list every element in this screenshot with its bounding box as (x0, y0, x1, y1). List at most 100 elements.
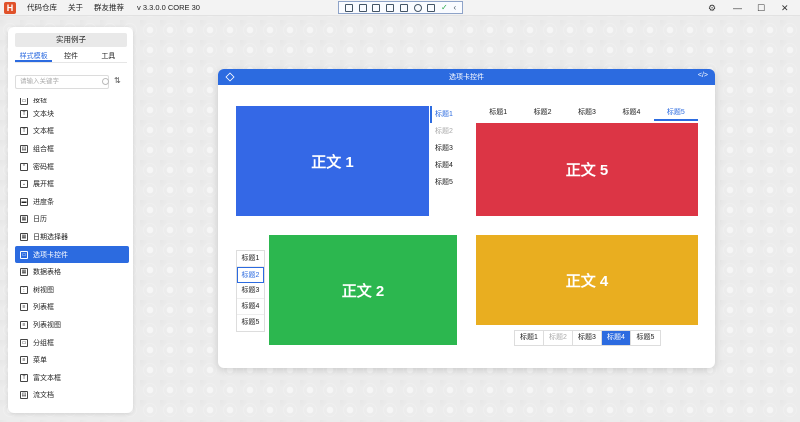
text-block-icon: T (20, 109, 28, 118)
sidebar-item[interactable]: T 文本框 (15, 123, 129, 141)
tab-item[interactable]: 标题2 (237, 267, 264, 283)
sidebar-item[interactable]: ▦ 日历 (15, 211, 129, 229)
debug-toolstrip: ✓ ‹ (338, 1, 463, 14)
menu-code-repo[interactable]: 代码仓库 (27, 2, 57, 13)
menu-group-recommend[interactable]: 群友推荐 (94, 2, 124, 13)
tab-item[interactable]: 标题1 (237, 251, 264, 267)
sidebar-item[interactable]: ▭ 按钮 (15, 98, 129, 105)
tab-item[interactable]: 标题2 (544, 331, 573, 345)
sidebar-item[interactable]: ▭ 选项卡控件 (15, 245, 129, 264)
tree-view-icon: ⋮ (20, 285, 28, 294)
tab-item[interactable]: 标题4 (609, 106, 653, 121)
left-panel: 实用例子 样式模板 控件 工具 请输入关键字 ⇅ ▭ 按钮 T 文本块 T 文本框 ▤ 组合框… (8, 27, 133, 413)
sidebar-item[interactable]: ▤ 组合框 (15, 140, 129, 158)
hot-reload-icon[interactable] (413, 3, 422, 12)
sidebar-item[interactable]: ≡ 列表框 (15, 299, 129, 317)
tab-item[interactable]: 标题4 (430, 157, 460, 174)
sidebar-item[interactable]: ▤ 流文档 (15, 387, 129, 405)
sidebar-item-label: 流文档 (33, 392, 54, 400)
tab-item[interactable]: 标题1 (476, 106, 520, 121)
sidebar-item-label: 数据表格 (33, 269, 61, 277)
sidebar-item[interactable]: T 富文本框 (15, 369, 129, 387)
layers-icon (225, 72, 235, 82)
sidebar-item-label: 选项卡控件 (33, 251, 68, 259)
sidebar-item-label: 列表视图 (33, 321, 61, 329)
display-layout-icon[interactable] (386, 3, 395, 12)
password-box-icon: * (20, 162, 28, 171)
content-panel-4: 正文 4 (476, 235, 698, 325)
sidebar-item-label: 组合框 (33, 145, 54, 153)
tab-item[interactable]: 标题5 (237, 315, 264, 331)
sort-icon[interactable]: ⇅ (114, 76, 121, 85)
tab-item[interactable]: 标题2 (520, 106, 564, 121)
tab-control-icon: ▭ (20, 250, 28, 259)
tab-item[interactable]: 标题4 (602, 331, 631, 345)
content-text: 正文 5 (565, 162, 609, 179)
tab-item[interactable]: 标题5 (631, 331, 660, 345)
content-text: 正文 1 (311, 153, 354, 171)
title-bar: H 代码仓库 关于 群友推荐 v 3.3.0.0 CORE 30 ✓ ‹ ⚙ —… (0, 0, 800, 16)
search-icon[interactable] (102, 78, 109, 85)
sidebar-item[interactable]: ⋮ 树视图 (15, 281, 129, 299)
tab-style-templates[interactable]: 样式模板 (15, 51, 53, 62)
settings-gear-icon[interactable]: ⚙ (708, 2, 716, 14)
sidebar-item[interactable]: * 密码框 (15, 158, 129, 176)
close-icon[interactable]: ✕ (781, 2, 789, 14)
tab-item[interactable]: 标题5 (430, 174, 460, 191)
sidebar-item[interactable]: ⌄ 展开框 (15, 175, 129, 193)
examples-button[interactable]: 实用例子 (15, 33, 127, 47)
rich-text-box-icon: T (20, 373, 28, 382)
tab-strip-left: 标题1 标题2 标题3 标题4 标题5 (236, 250, 265, 332)
tab-item[interactable]: 标题3 (237, 283, 264, 299)
binding-icon[interactable] (427, 3, 436, 12)
text-box-icon: T (20, 127, 28, 136)
sidebar-item[interactable]: T 文本块 (15, 105, 129, 123)
sidebar-item[interactable]: ▭ 分组框 (15, 334, 129, 352)
collapse-chevron-icon[interactable]: ‹ (453, 3, 456, 12)
maximize-icon[interactable]: ☐ (757, 2, 765, 14)
list-box-icon: ≡ (20, 303, 28, 312)
demo-header: 选项卡控件 </> (218, 69, 715, 85)
track-focus-icon[interactable] (358, 3, 367, 12)
minimize-icon[interactable]: — (733, 2, 742, 14)
sidebar-item[interactable]: ≡ 菜单 (15, 351, 129, 369)
tab-item[interactable]: 标题5 (653, 106, 699, 121)
tab-tools[interactable]: 工具 (90, 51, 127, 62)
tab-item[interactable]: 标题1 (515, 331, 544, 345)
search-input[interactable]: 请输入关键字 (15, 75, 109, 89)
sidebar-item-label: 富文本框 (33, 374, 61, 382)
menu-icon: ≡ (20, 356, 28, 365)
sidebar-item-label: 日期选择器 (33, 233, 68, 241)
sidebar-item[interactable]: ≡ 列表视图 (15, 316, 129, 334)
sidebar-item-label: 日历 (33, 216, 47, 224)
tab-controls[interactable]: 控件 (52, 51, 89, 62)
version-label: v 3.3.0.0 CORE 30 (137, 3, 200, 12)
tab-item[interactable]: 标题1 (430, 106, 460, 123)
tab-item[interactable]: 标题3 (565, 106, 609, 121)
calendar-icon: ▦ (20, 215, 28, 224)
progress-bar-icon: ▬ (20, 197, 28, 206)
combo-box-icon: ▤ (20, 144, 28, 153)
menu-about[interactable]: 关于 (68, 2, 83, 13)
button-icon: ▭ (20, 98, 28, 105)
expander-icon: ⌄ (20, 180, 28, 189)
tab-item[interactable]: 标题3 (430, 140, 460, 157)
tab-item[interactable]: 标题3 (573, 331, 602, 345)
preview-icon[interactable] (399, 3, 408, 12)
select-element-icon[interactable] (344, 3, 353, 12)
tab-item[interactable]: 标题4 (237, 299, 264, 315)
sidebar-item-label: 菜单 (33, 357, 47, 365)
content-panel-5: 正文 5 (476, 123, 698, 216)
sidebar-item-label: 列表框 (33, 304, 54, 312)
sidebar-item-label: 展开框 (33, 181, 54, 189)
record-icon[interactable] (372, 3, 381, 12)
code-icon[interactable]: </> (698, 72, 708, 79)
tab-item[interactable]: 标题2 (430, 123, 460, 140)
tab-strip-top: 标题1 标题2 标题3 标题4 标题5 (476, 106, 699, 121)
checkmark-icon[interactable]: ✓ (441, 3, 448, 12)
sidebar-item[interactable]: ▬ 进度条 (15, 193, 129, 211)
sidebar-item-label: 分组框 (33, 339, 54, 347)
sidebar-item[interactable]: ▦ 日期选择器 (15, 228, 129, 246)
sidebar-item-label: 进度条 (33, 198, 54, 206)
sidebar-item[interactable]: ▦ 数据表格 (15, 263, 129, 281)
